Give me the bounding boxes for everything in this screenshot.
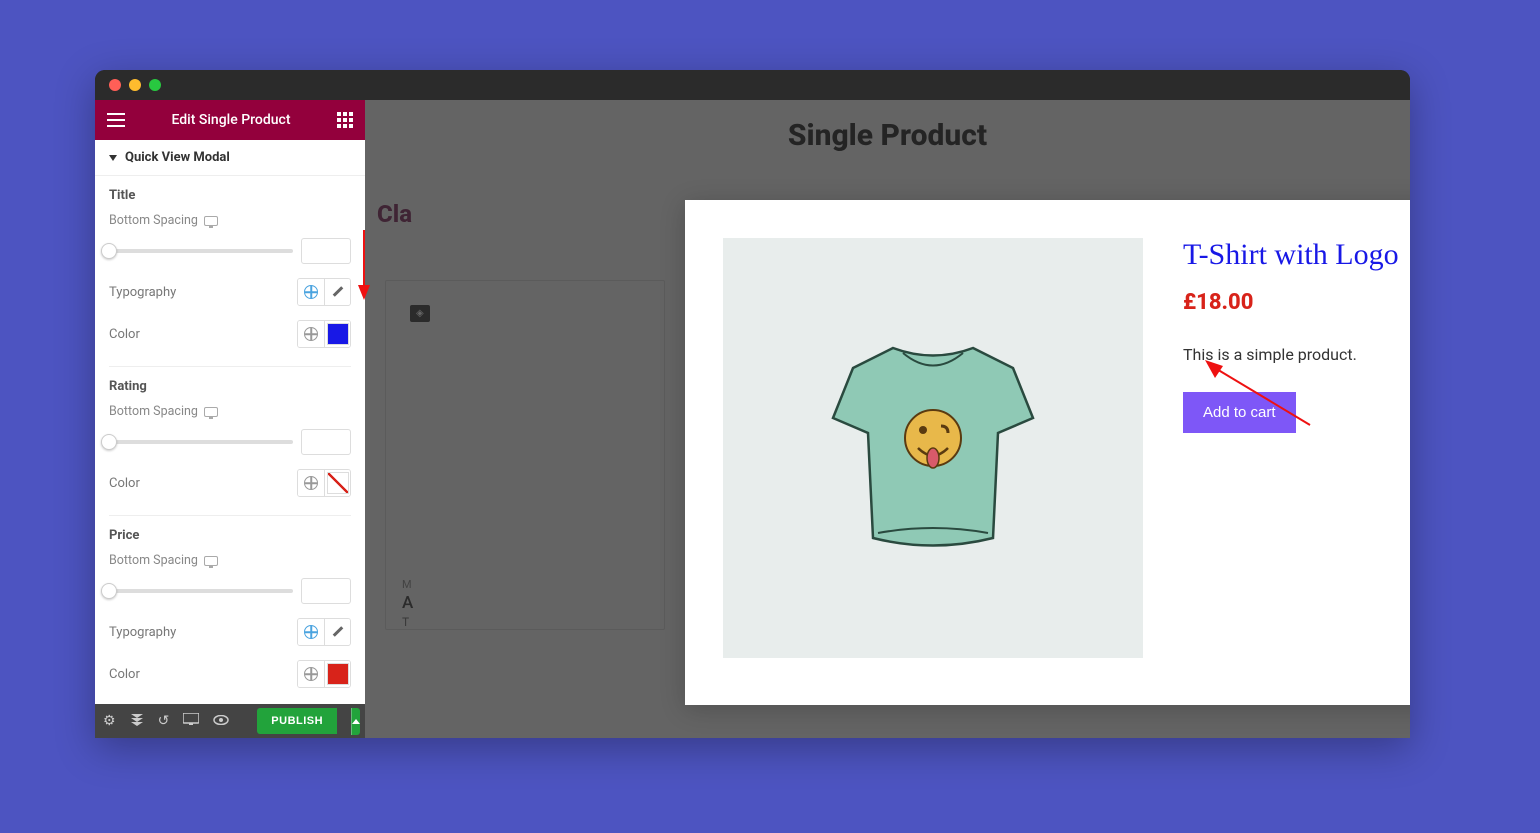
slider-thumb[interactable] — [101, 243, 117, 259]
tshirt-illustration — [793, 308, 1073, 588]
color-controls-price — [297, 660, 351, 688]
globe-icon[interactable] — [298, 470, 324, 496]
product-description: This is a simple product. — [1183, 345, 1410, 364]
spacing-input-price[interactable] — [301, 578, 351, 604]
caret-down-icon — [109, 155, 117, 161]
row-color-title: Color — [109, 320, 351, 348]
editor-sidebar: Edit Single Product Quick View Modal Tit… — [95, 100, 365, 738]
window-close-dot[interactable] — [109, 79, 121, 91]
sidebar-header: Edit Single Product — [95, 100, 365, 140]
section-title: Quick View Modal — [125, 150, 230, 165]
modal-info: T-Shirt with Logo £18.00 This is a simpl… — [1143, 238, 1410, 658]
row-color-price: Color — [109, 660, 351, 688]
color-swatch-price[interactable] — [324, 661, 350, 687]
globe-icon[interactable] — [298, 619, 324, 645]
panel-body: Title Bottom Spacing Typography — [95, 176, 365, 704]
color-controls-rating — [297, 469, 351, 497]
window-zoom-dot[interactable] — [149, 79, 161, 91]
group-heading-price: Price — [109, 528, 351, 543]
slider-title-spacing — [109, 238, 351, 264]
group-rating: Rating Bottom Spacing Color — [109, 367, 351, 516]
spacing-input-rating[interactable] — [301, 429, 351, 455]
product-image — [723, 238, 1143, 658]
sidebar-footer: ⚙ ↺ PUBLISH — [95, 704, 365, 738]
app-window: Edit Single Product Quick View Modal Tit… — [95, 70, 1410, 738]
responsive-mode-icon[interactable] — [183, 713, 199, 729]
slider-thumb[interactable] — [101, 434, 117, 450]
typography-controls — [297, 278, 351, 306]
label-bottom-spacing-title: Bottom Spacing — [109, 213, 351, 228]
responsive-icon[interactable] — [204, 556, 218, 566]
window-minimize-dot[interactable] — [129, 79, 141, 91]
globe-icon[interactable] — [298, 321, 324, 347]
slider-track[interactable] — [109, 249, 293, 253]
group-heading-rating: Rating — [109, 379, 351, 394]
modal-body: T-Shirt with Logo £18.00 This is a simpl… — [685, 200, 1410, 696]
responsive-icon[interactable] — [204, 216, 218, 226]
row-color-rating: Color — [109, 469, 351, 497]
add-to-cart-button[interactable]: Add to cart — [1183, 392, 1296, 433]
preview-icon[interactable] — [213, 713, 229, 729]
typography-controls-price — [297, 618, 351, 646]
slider-price-spacing — [109, 578, 351, 604]
slider-track[interactable] — [109, 589, 293, 593]
globe-icon[interactable] — [298, 661, 324, 687]
macos-titlebar — [95, 70, 1410, 100]
responsive-icon[interactable] — [204, 407, 218, 417]
product-price: £18.00 — [1183, 290, 1410, 315]
color-controls-title — [297, 320, 351, 348]
product-title[interactable]: T-Shirt with Logo — [1183, 238, 1410, 272]
publish-button[interactable]: PUBLISH — [257, 708, 337, 734]
row-typography-title: Typography — [109, 278, 351, 306]
preview-canvas: Single Product Cla ◈ M A T £15.00 This i… — [365, 100, 1410, 738]
spacing-input-title[interactable] — [301, 238, 351, 264]
publish-dropdown[interactable] — [351, 708, 360, 735]
color-swatch-rating[interactable] — [324, 470, 350, 496]
label-bottom-spacing-price: Bottom Spacing — [109, 553, 351, 568]
color-swatch-title[interactable] — [324, 321, 350, 347]
section-header-quick-view[interactable]: Quick View Modal — [95, 140, 365, 176]
edit-typography-icon[interactable] — [324, 279, 350, 305]
group-title: Title Bottom Spacing Typography — [109, 176, 351, 367]
editor-frame: Edit Single Product Quick View Modal Tit… — [95, 100, 1410, 738]
navigator-icon[interactable] — [130, 712, 144, 730]
group-price: Price Bottom Spacing Typography — [109, 516, 351, 704]
edit-typography-icon[interactable] — [324, 619, 350, 645]
label-bottom-spacing-rating: Bottom Spacing — [109, 404, 351, 419]
slider-thumb[interactable] — [101, 583, 117, 599]
slider-track[interactable] — [109, 440, 293, 444]
quick-view-modal: ✕ — [685, 200, 1410, 705]
menu-icon[interactable] — [107, 113, 125, 127]
group-heading-title: Title — [109, 188, 351, 203]
slider-rating-spacing — [109, 429, 351, 455]
apps-icon[interactable] — [337, 112, 353, 128]
settings-icon[interactable]: ⚙ — [103, 713, 116, 729]
history-icon[interactable]: ↺ — [158, 713, 170, 729]
row-typography-price: Typography — [109, 618, 351, 646]
globe-icon[interactable] — [298, 279, 324, 305]
sidebar-title: Edit Single Product — [172, 112, 291, 128]
